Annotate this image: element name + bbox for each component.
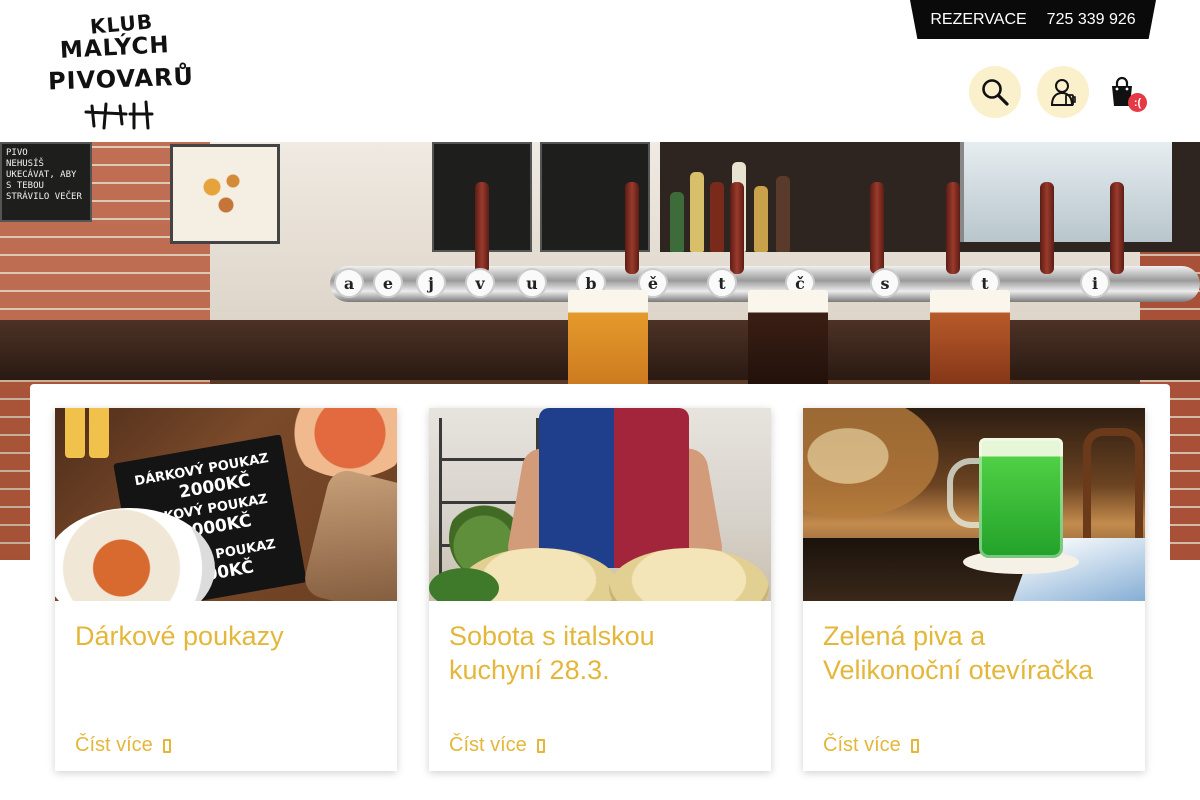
tap-badge: a <box>334 268 364 298</box>
articles-panel: DÁRKOVÝ POUKAZ 2000KČ DÁRKOVÝ POUKAZ 100… <box>30 384 1170 800</box>
tap-badge: e <box>373 268 403 298</box>
reservation-link[interactable]: REZERVACE <box>930 11 1026 29</box>
arrow-icon <box>910 738 919 753</box>
article-image <box>803 408 1145 601</box>
account-icon <box>1050 79 1076 106</box>
logo-hops-icon <box>84 100 154 130</box>
read-more-link[interactable]: Číst více <box>75 734 171 757</box>
arrow-icon <box>162 738 171 753</box>
read-more-link[interactable]: Číst více <box>449 734 545 757</box>
article-card[interactable]: Sobota s italskou kuchyní 28.3. Číst víc… <box>429 408 771 771</box>
tap-badge: s <box>870 268 900 298</box>
contact-strip: REZERVACE 725 339 926 <box>910 0 1156 39</box>
article-card[interactable]: DÁRKOVÝ POUKAZ 2000KČ DÁRKOVÝ POUKAZ 100… <box>55 408 397 771</box>
cart-button[interactable]: :( <box>1108 76 1148 116</box>
tap-badge: i <box>1080 268 1110 298</box>
site-logo[interactable]: KLUB MALÝCH PIVOVARŮ <box>46 9 196 132</box>
article-title[interactable]: Dárkové poukazy <box>75 619 380 653</box>
beer-fridge <box>960 142 1172 242</box>
logo-line-3: PIVOVARŮ <box>47 62 195 96</box>
tap-badge: t <box>707 268 737 298</box>
phone-link[interactable]: 725 339 926 <box>1047 11 1136 29</box>
article-image: DÁRKOVÝ POUKAZ 2000KČ DÁRKOVÝ POUKAZ 100… <box>55 408 397 601</box>
article-image <box>429 408 771 601</box>
hop-map-poster <box>170 144 280 244</box>
chalkboard-sign: PIVO NEHUSÍŠ UKECÁVAT, ABY S TEBOU STRÁV… <box>0 142 92 222</box>
site-header: KLUB MALÝCH PIVOVARŮ REZERVACE 725 339 9… <box>0 0 1200 142</box>
account-button[interactable] <box>1037 66 1089 118</box>
article-title[interactable]: Sobota s italskou kuchyní 28.3. <box>449 619 754 687</box>
chalkboard-text: PIVO NEHUSÍŠ UKECÁVAT, ABY S TEBOU STRÁV… <box>6 148 82 202</box>
page: KLUB MALÝCH PIVOVARŮ REZERVACE 725 339 9… <box>0 0 1200 800</box>
article-title[interactable]: Zelená piva a Velikonoční otevíračka <box>823 619 1128 687</box>
logo-line-2: MALÝCH <box>59 32 171 64</box>
cart-count-badge: :( <box>1128 93 1147 112</box>
read-more-label: Číst více <box>449 734 527 756</box>
search-button[interactable] <box>969 66 1021 118</box>
tap-badge: u <box>517 268 547 298</box>
arrow-icon <box>536 738 545 753</box>
tap-badge: v <box>465 268 495 298</box>
read-more-label: Číst více <box>823 734 901 756</box>
search-icon <box>982 79 1009 106</box>
read-more-label: Číst více <box>75 734 153 756</box>
article-card[interactable]: Zelená piva a Velikonoční otevíračka Čís… <box>803 408 1145 771</box>
tap-badge: j <box>416 268 446 298</box>
read-more-link[interactable]: Číst více <box>823 734 919 757</box>
